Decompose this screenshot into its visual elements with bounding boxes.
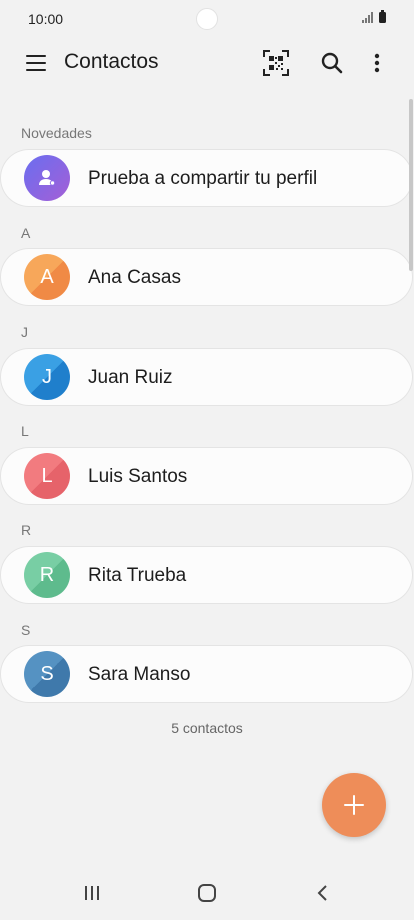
avatar: R — [24, 552, 70, 598]
avatar — [24, 155, 70, 201]
more-options-button[interactable] — [361, 47, 393, 79]
contact-item-juan-ruiz[interactable]: J Juan Ruiz — [1, 349, 412, 405]
recent-apps-icon — [85, 886, 99, 900]
contact-name: Juan Ruiz — [88, 367, 173, 388]
front-camera — [196, 8, 218, 30]
contact-item-ana-casas[interactable]: A Ana Casas — [1, 249, 412, 305]
search-icon — [321, 52, 343, 74]
section-header: R — [21, 522, 32, 538]
avatar: S — [24, 651, 70, 697]
avatar: J — [24, 354, 70, 400]
scrollbar[interactable] — [409, 99, 413, 271]
status-bar: 10:00 — [0, 0, 414, 38]
section-header: Novedades — [21, 125, 92, 141]
contact-name: Ana Casas — [88, 267, 181, 288]
contact-name: Rita Trueba — [88, 565, 187, 586]
menu-button[interactable] — [22, 49, 50, 77]
app-bar: Contactos — [0, 38, 414, 88]
section-header: S — [21, 622, 31, 638]
back-icon — [317, 885, 327, 901]
signal-icon — [361, 12, 373, 23]
contact-name: Prueba a compartir tu perfil — [88, 168, 318, 189]
more-vertical-icon — [374, 53, 380, 73]
home-icon — [198, 884, 216, 902]
home-button[interactable] — [189, 878, 225, 908]
avatar: L — [24, 453, 70, 499]
section-header: J — [21, 324, 28, 340]
search-button[interactable] — [316, 47, 348, 79]
section-header: A — [21, 225, 31, 241]
qr-code-icon — [263, 50, 289, 76]
navigation-bar — [0, 866, 414, 920]
section-header: L — [21, 423, 29, 439]
status-time: 10:00 — [28, 11, 64, 27]
contact-item-rita-trueba[interactable]: R Rita Trueba — [1, 547, 412, 603]
contact-item-sara-manso[interactable]: S Sara Manso — [1, 646, 412, 702]
battery-icon — [379, 10, 386, 23]
person-share-icon — [39, 170, 56, 186]
contact-name: Luis Santos — [88, 466, 188, 487]
qr-code-button[interactable] — [260, 47, 292, 79]
avatar: A — [24, 254, 70, 300]
status-icons — [361, 10, 386, 23]
recent-apps-button[interactable] — [74, 878, 110, 908]
page-title: Contactos — [64, 50, 159, 73]
contact-name: Sara Manso — [88, 664, 191, 685]
contact-count: 5 contactos — [171, 720, 243, 736]
back-button[interactable] — [305, 878, 341, 908]
contact-item-luis-santos[interactable]: L Luis Santos — [1, 448, 412, 504]
share-profile-item[interactable]: Prueba a compartir tu perfil — [1, 150, 412, 206]
add-contact-button[interactable] — [322, 773, 386, 837]
